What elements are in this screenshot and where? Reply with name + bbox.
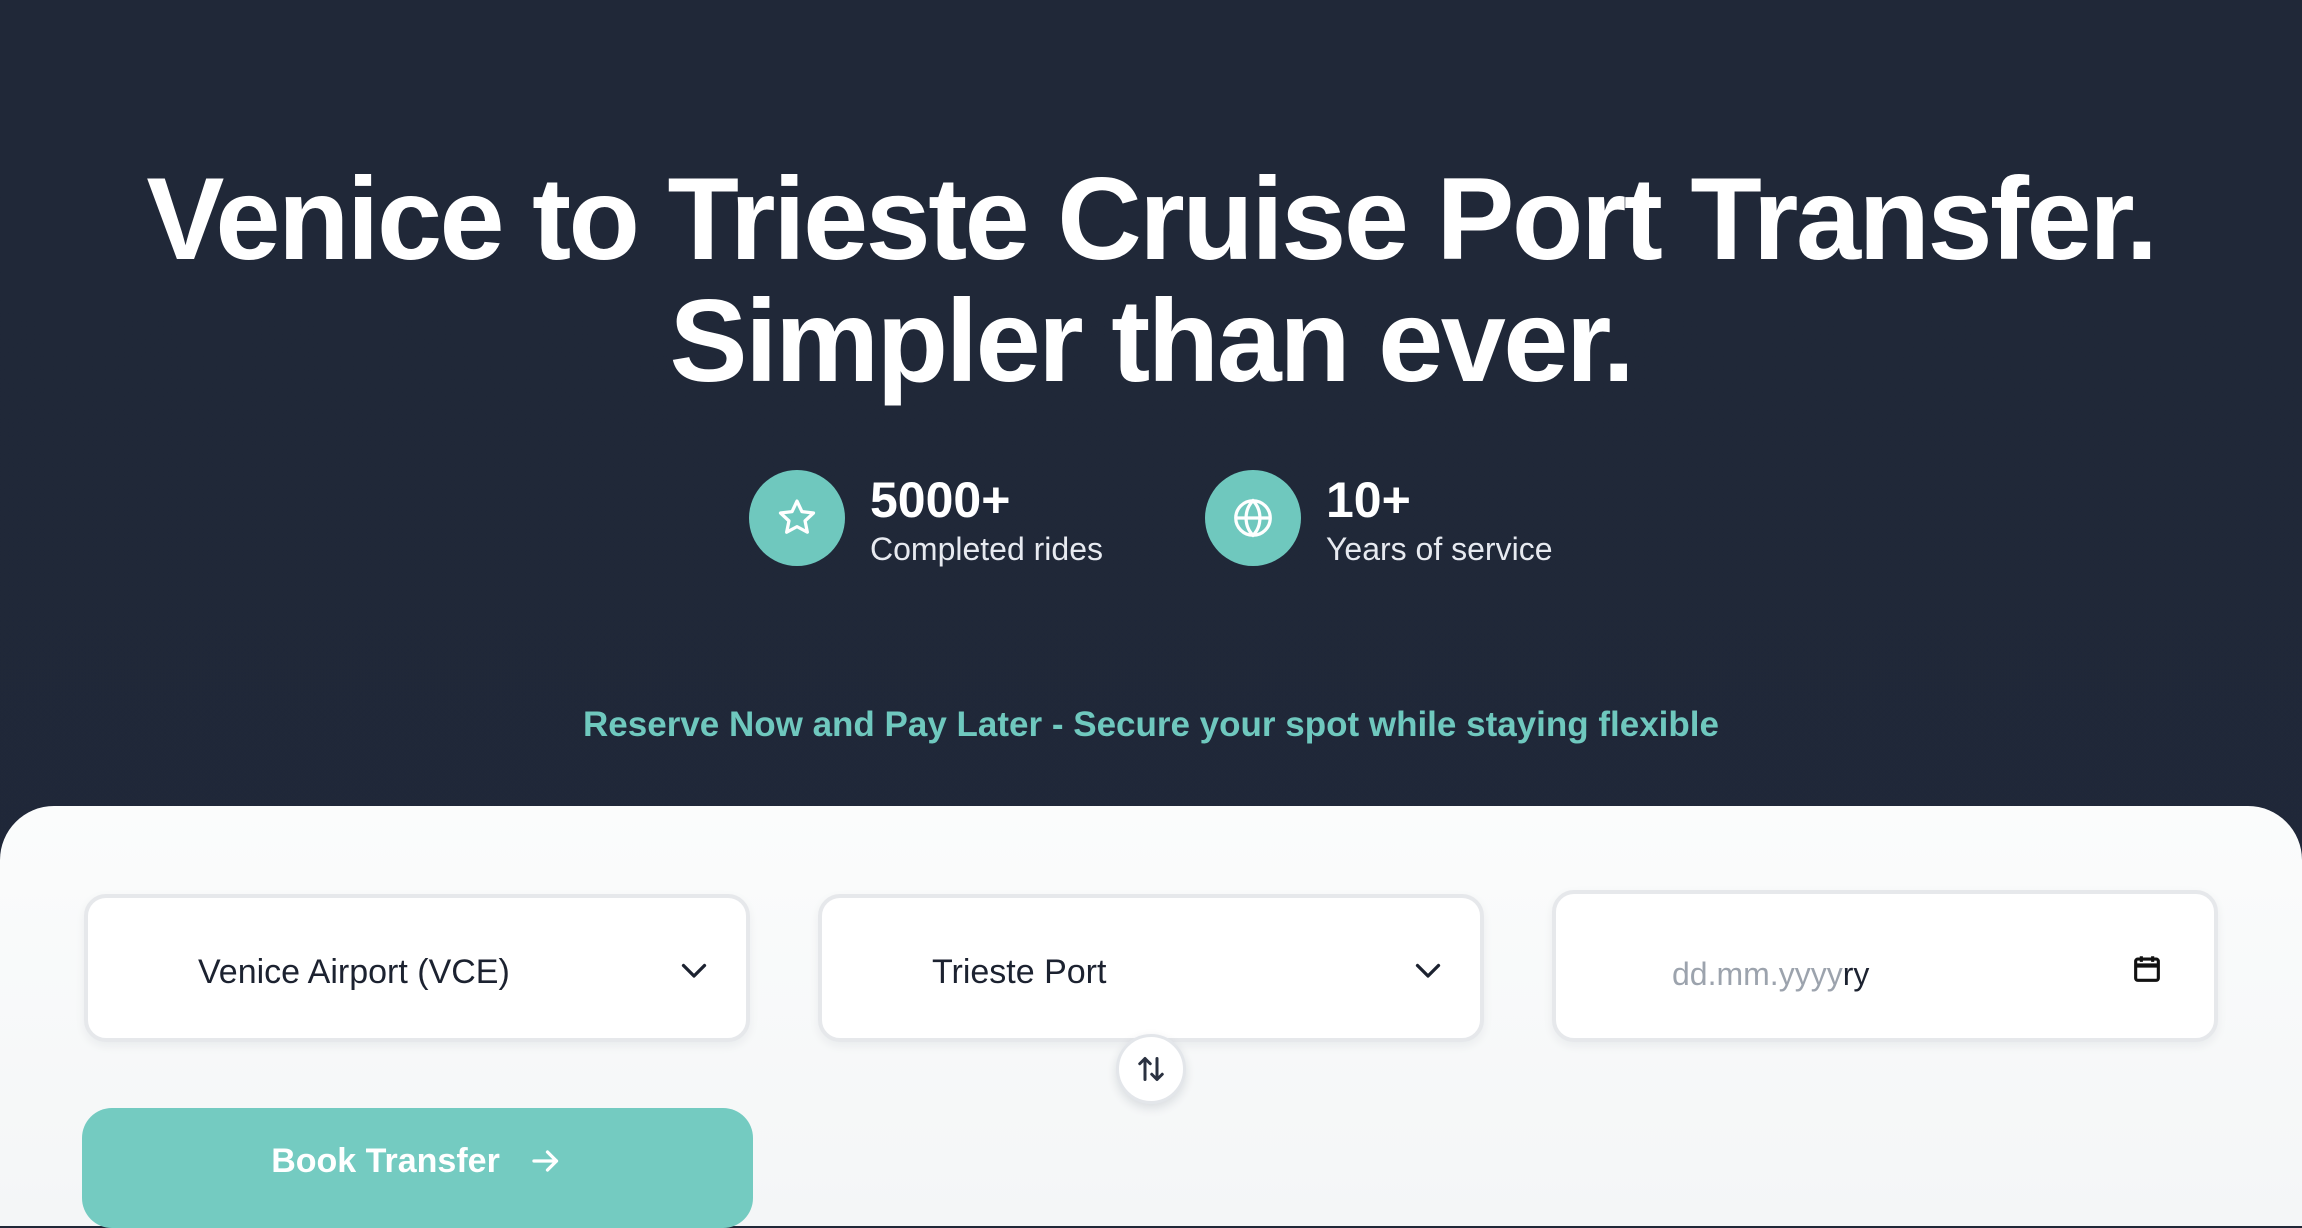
stat-label: Years of service — [1326, 531, 1553, 567]
date-input[interactable]: dd.mm.yyyyry — [1552, 890, 2218, 1042]
date-overflow-text: ry — [1842, 956, 1870, 992]
date-placeholder: dd.mm.yyyyry — [1672, 956, 1870, 992]
dropoff-location-value: Trieste Port — [932, 953, 1107, 991]
star-icon — [749, 470, 845, 566]
page-title-line-1: Venice to Trieste Cruise Port Transfer. — [146, 153, 2158, 284]
dropoff-location-select[interactable]: Trieste Port — [818, 894, 1484, 1042]
stat-value: 10+ — [1326, 472, 1411, 528]
calendar-icon[interactable] — [2130, 952, 2164, 986]
stat-value: 5000+ — [870, 472, 1011, 528]
swap-locations-button[interactable] — [1116, 1034, 1186, 1104]
book-transfer-button[interactable]: Book Transfer — [82, 1108, 753, 1228]
chevron-down-icon — [1415, 963, 1441, 978]
globe-icon — [1205, 470, 1301, 566]
pickup-location-value: Venice Airport (VCE) — [198, 953, 510, 991]
stat-label: Completed rides — [870, 531, 1103, 567]
promo-text: Reserve Now and Pay Later - Secure your … — [583, 705, 1719, 744]
swap-vertical-icon — [1138, 1057, 1164, 1081]
arrow-right-icon — [532, 1150, 558, 1172]
hero-section: Venice to Trieste Cruise Port Transfer. … — [0, 0, 2302, 806]
page-title-line-2: Simpler than ever. — [669, 275, 1635, 406]
chevron-down-icon — [681, 963, 707, 978]
pickup-location-select[interactable]: Venice Airport (VCE) — [84, 894, 750, 1042]
book-transfer-label: Book Transfer — [271, 1142, 500, 1180]
